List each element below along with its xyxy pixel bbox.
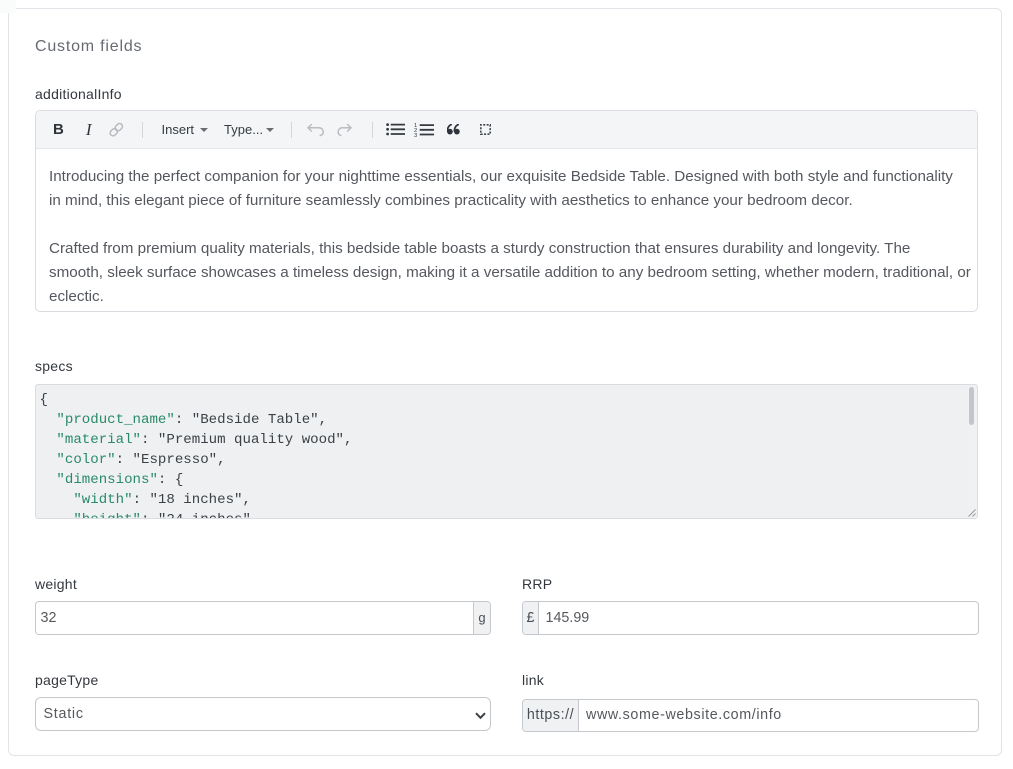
svg-text:3: 3 <box>414 133 417 137</box>
